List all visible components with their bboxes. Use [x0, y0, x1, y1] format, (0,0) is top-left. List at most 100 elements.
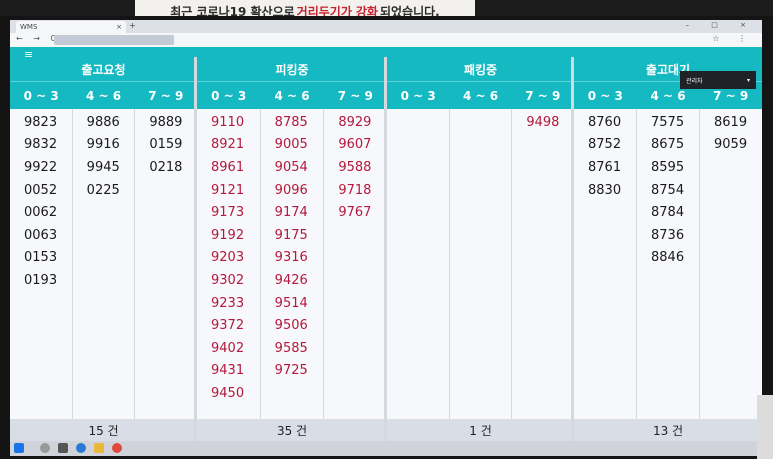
range-column: 9498	[512, 109, 574, 419]
order-number[interactable]: 8752	[574, 134, 636, 157]
order-number[interactable]: 8785	[261, 111, 324, 134]
order-number[interactable]: 9192	[197, 224, 260, 247]
range-label: 0 ~ 3	[211, 89, 247, 103]
range-column: 9110 8921 8961 9121 9173 9192 9203 9302 9233 9372…	[197, 109, 261, 419]
order-number[interactable]: 9506	[261, 314, 324, 337]
range-label: 4 ~ 6	[274, 89, 310, 103]
order-number[interactable]: 0159	[135, 134, 197, 157]
order-number[interactable]: 9174	[261, 201, 324, 224]
order-number[interactable]: 9059	[700, 134, 762, 157]
range-column: 8929 9607 9588 9718 9767	[324, 109, 387, 419]
order-number[interactable]: 9450	[197, 382, 260, 405]
order-number[interactable]: 9916	[73, 134, 135, 157]
order-number[interactable]: 9585	[261, 337, 324, 360]
order-number[interactable]: 9498	[512, 111, 574, 134]
order-number[interactable]: 9431	[197, 360, 260, 383]
browser-tools[interactable]: ☆ ⋮	[712, 34, 754, 43]
group-panel: 출고대기 0 ~ 34 ~ 67 ~ 9 8760 8752 8761 8830 7575 8…	[574, 57, 762, 441]
range-header: 0 ~ 3 4 ~ 6 7 ~ 9	[10, 81, 197, 110]
order-number[interactable]: 8830	[574, 179, 636, 202]
order-number[interactable]: 9588	[324, 156, 387, 179]
address-bar: ← → C ☆ ⋮	[10, 33, 762, 47]
order-number[interactable]: 9889	[135, 111, 197, 134]
order-number[interactable]: 9372	[197, 314, 260, 337]
range-column: 9889 0159 0218	[135, 109, 197, 419]
order-number[interactable]: 9302	[197, 269, 260, 292]
range-column: 8619 9059	[700, 109, 762, 419]
order-number[interactable]: 9823	[10, 111, 72, 134]
order-number[interactable]: 0193	[10, 269, 72, 292]
group-total: 13 건	[574, 419, 762, 441]
order-number[interactable]: 9203	[197, 247, 260, 270]
range-label: 0 ~ 3	[587, 89, 623, 103]
order-number[interactable]: 9922	[10, 156, 72, 179]
order-number[interactable]: 9426	[261, 269, 324, 292]
group-body: 9823 9832 9922 0052 0062 0063 0153 0193 9886 9916…	[10, 109, 197, 419]
browser-tab[interactable]: WMS ×	[16, 21, 126, 33]
order-number[interactable]: 8754	[637, 179, 699, 202]
order-number[interactable]: 9005	[261, 134, 324, 157]
order-number[interactable]: 9054	[261, 156, 324, 179]
foreground-object	[757, 395, 773, 459]
order-number[interactable]: 8784	[637, 201, 699, 224]
order-number[interactable]: 9514	[261, 292, 324, 315]
search-icon[interactable]	[40, 443, 50, 453]
group-body: 9110 8921 8961 9121 9173 9192 9203 9302 9233 9372…	[197, 109, 387, 419]
order-number[interactable]: 0153	[10, 247, 72, 270]
order-number[interactable]: 0225	[73, 179, 135, 202]
range-label: 0 ~ 3	[400, 89, 436, 103]
order-number[interactable]: 0052	[10, 179, 72, 202]
range-header: 0 ~ 3 4 ~ 6 7 ~ 9	[387, 81, 574, 110]
close-icon[interactable]: ×	[116, 23, 122, 31]
order-number[interactable]: 8921	[197, 134, 260, 157]
order-number[interactable]: 0063	[10, 224, 72, 247]
order-number[interactable]: 9121	[197, 179, 260, 202]
window-controls[interactable]: – □ ×	[686, 21, 756, 29]
order-number[interactable]: 9945	[73, 156, 135, 179]
task-view-icon[interactable]	[58, 443, 68, 453]
edge-icon[interactable]	[76, 443, 86, 453]
order-number[interactable]: 8929	[324, 111, 387, 134]
order-number[interactable]: 9316	[261, 247, 324, 270]
order-number[interactable]: 9175	[261, 224, 324, 247]
group-panel: 출고요청 0 ~ 34 ~ 67 ~ 9 9823 9832 9922 0052 0062 0…	[10, 57, 197, 441]
order-number[interactable]: 8736	[637, 224, 699, 247]
url-input[interactable]	[54, 35, 174, 45]
user-dropdown[interactable]: 관리자 ▾	[680, 71, 756, 89]
order-number[interactable]: 9233	[197, 292, 260, 315]
group-title: 피킹중	[197, 57, 387, 81]
order-number[interactable]: 8761	[574, 156, 636, 179]
order-number[interactable]: 8595	[637, 156, 699, 179]
order-number[interactable]: 9886	[73, 111, 135, 134]
folder-icon[interactable]	[94, 443, 104, 453]
order-number[interactable]: 8760	[574, 111, 636, 134]
order-number[interactable]: 8846	[637, 247, 699, 270]
order-number[interactable]: 8675	[637, 134, 699, 157]
range-label: 0 ~ 3	[23, 89, 59, 103]
order-number[interactable]: 9832	[10, 134, 72, 157]
order-number[interactable]: 8961	[197, 156, 260, 179]
order-number[interactable]: 9110	[197, 111, 260, 134]
new-tab-button[interactable]: +	[129, 21, 136, 30]
group-body: 9498	[387, 109, 574, 419]
group-total: 15 건	[10, 419, 197, 441]
order-number[interactable]: 9173	[197, 201, 260, 224]
order-number[interactable]: 9607	[324, 134, 387, 157]
order-number[interactable]: 0218	[135, 156, 197, 179]
order-number[interactable]: 8619	[700, 111, 762, 134]
group-total: 35 건	[197, 419, 387, 441]
order-number[interactable]: 9725	[261, 360, 324, 383]
order-number[interactable]: 9767	[324, 201, 387, 224]
group-panel: 패킹중 0 ~ 3 4 ~ 6 7 ~ 9 9498 1 건	[387, 57, 574, 441]
windows-start-icon[interactable]	[14, 443, 24, 453]
order-number[interactable]: 9096	[261, 179, 324, 202]
range-column	[450, 109, 513, 419]
chrome-icon[interactable]	[112, 443, 122, 453]
order-number[interactable]: 9402	[197, 337, 260, 360]
range-label: 7 ~ 9	[148, 89, 184, 103]
app: ≡ 관리자 ▾ 출고요청 0 ~ 34 ~ 67 ~ 9 9823 9832 9922 0…	[10, 47, 762, 441]
range-column	[387, 109, 450, 419]
order-number[interactable]: 0062	[10, 201, 72, 224]
order-number[interactable]: 7575	[637, 111, 699, 134]
order-number[interactable]: 9718	[324, 179, 387, 202]
